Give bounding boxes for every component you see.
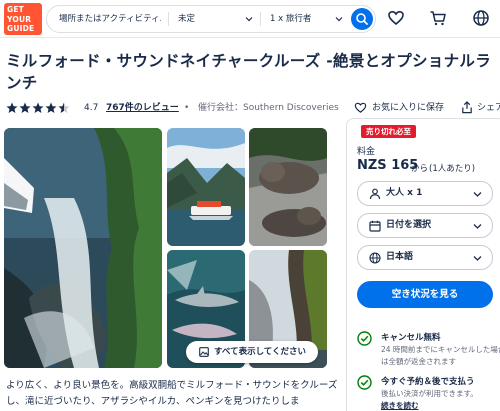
free-cancellation-feature: キャンセル無料 24 時間前までにキャンセルした場合は全額が返金されます: [357, 331, 500, 371]
show-all-photos-button[interactable]: すべて表示してください: [186, 341, 318, 363]
globe-icon[interactable]: [471, 8, 491, 28]
chevron-down-icon: [473, 224, 482, 229]
search-icon: [356, 13, 368, 25]
read-more-link[interactable]: 続きを読む: [381, 400, 419, 411]
travelers-field[interactable]: 1 x 旅行者: [270, 6, 330, 32]
heart-icon[interactable]: [386, 8, 406, 28]
person-icon: [369, 188, 381, 200]
date-field[interactable]: 未定: [178, 6, 238, 32]
chevron-down-icon: [473, 192, 482, 197]
operator-label: 催行会社：Southern Discoveries: [198, 103, 339, 113]
image-icon: [199, 347, 209, 357]
rating-row: 4.7 767件のレビュー • 催行会社：Southern Discoverie…: [6, 100, 500, 116]
price-value: NZS 165: [357, 158, 419, 173]
search-divider: [168, 12, 169, 26]
waterfall-image: [4, 128, 162, 368]
reserve-now-pay-later-text: 後払い決済が利用できます。: [381, 389, 478, 398]
rating-value: 4.7: [84, 103, 99, 113]
check-circle-icon: [357, 375, 372, 390]
search-button[interactable]: [351, 8, 373, 30]
check-circle-icon: [357, 331, 372, 346]
participants-value: 大人 x 1: [386, 188, 423, 198]
share-icon: [462, 101, 472, 114]
date-value: 日付を選択: [386, 220, 432, 230]
language-value: 日本語: [386, 252, 414, 262]
rating-stars: [6, 102, 70, 113]
half-star-icon: [58, 102, 70, 113]
search-divider: [260, 12, 261, 26]
place-search-input[interactable]: 場所またはアクティビティ…: [59, 6, 161, 32]
photo-seals[interactable]: [249, 128, 327, 246]
chevron-down-icon[interactable]: [335, 15, 343, 23]
price-from: から: [411, 164, 429, 174]
page-title: ミルフォード・サウンドネイチャークルーズ -絶景とオプショナルランチ: [6, 52, 492, 92]
logo-line-3: GUIDE: [7, 24, 35, 33]
reserve-now-pay-later-title: 今すぐ予約＆後で支払う: [381, 377, 475, 387]
seals-image: [249, 128, 327, 246]
star-icon: [6, 102, 18, 113]
price-per-person: (1人あたり): [429, 164, 476, 174]
activity-description: より広く、より良い景色を。高級双胴船でミルフォード・サウンドをクルーズし、滝に近…: [6, 380, 338, 407]
share-label: シェア: [477, 103, 500, 113]
globe-icon: [369, 252, 381, 264]
photo-ship-fjord[interactable]: [167, 128, 245, 246]
main-photo-waterfall[interactable]: [4, 128, 162, 368]
show-all-label: すべて表示してください: [214, 347, 307, 357]
reviews-link[interactable]: 767件のレビュー: [106, 100, 179, 116]
date-selector[interactable]: 日付を選択: [357, 213, 493, 238]
calendar-icon: [369, 220, 381, 232]
cart-icon[interactable]: [428, 8, 448, 28]
free-cancellation-title: キャンセル無料: [381, 333, 441, 343]
search-bar[interactable]: 場所またはアクティビティ… 未定 1 x 旅行者: [46, 5, 376, 33]
free-cancellation-text: 24 時間前までにキャンセルした場合は全額が返金されます: [381, 345, 500, 366]
separator-dot: •: [184, 103, 190, 113]
star-icon: [19, 102, 31, 113]
language-selector[interactable]: 日本語: [357, 245, 493, 270]
getyourguide-logo[interactable]: GET YOUR GUIDE: [4, 3, 42, 35]
participants-selector[interactable]: 大人 x 1: [357, 181, 493, 206]
wishlist-label: お気に入りに保存: [372, 103, 445, 113]
reserve-now-pay-later-feature: 今すぐ予約＆後で支払う 後払い決済が利用できます。 続きを読む: [357, 375, 500, 411]
chevron-down-icon[interactable]: [245, 15, 253, 23]
check-availability-button[interactable]: 空き状況を見る: [357, 281, 493, 308]
chevron-down-icon: [473, 256, 482, 261]
heart-icon: [354, 102, 367, 113]
star-icon: [32, 102, 44, 113]
logo-line-1: GET: [7, 5, 24, 14]
logo-line-2: YOUR: [7, 14, 32, 24]
star-icon: [45, 102, 57, 113]
booking-panel: 売り切れ必至 料金 NZS 165 から (1人あたり) 大人 x 1 日付を選…: [346, 118, 500, 411]
ship-image: [167, 128, 245, 246]
site-header: GET YOUR GUIDE 場所またはアクティビティ… 未定 1 x 旅行者: [0, 0, 500, 38]
likely-to-sell-out-badge: 売り切れ必至: [361, 125, 416, 138]
price-label: 料金: [357, 147, 376, 157]
